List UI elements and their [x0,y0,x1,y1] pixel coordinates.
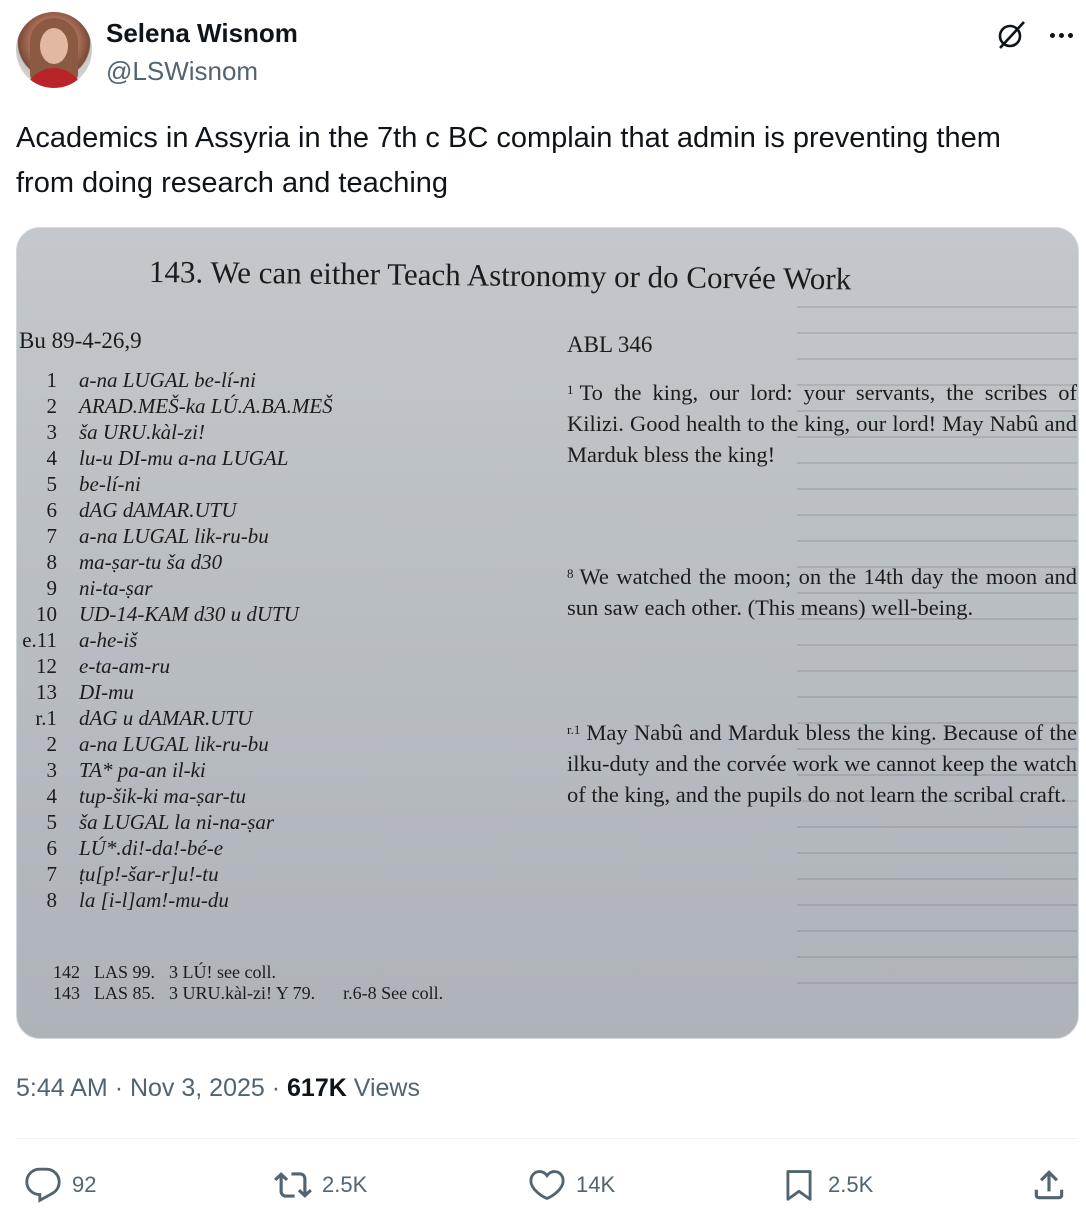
line-text: ša LUGAL la ni-na-ṣar [79,810,275,834]
separator: · [114,1074,124,1102]
footnote-number: 143 [53,983,80,1003]
reply-count: 92 [72,1172,97,1197]
line-text: dAG dAMAR.UTU [79,498,237,522]
action-bar: 92 2.5K 14K 2.5K [16,1160,1078,1210]
transliteration-heading: Bu 89-4-26,9 [19,328,142,353]
line-number: e.11 [22,628,57,652]
line-ref: r.1 [567,722,581,737]
line-number: 6 [46,498,58,522]
share-icon [1034,1170,1064,1200]
line-text: a-na LUGAL lik-ru-bu [79,732,269,756]
line-number: 3 [46,758,58,782]
grok-icon[interactable] [994,18,1028,52]
footnote-number: 142 [53,962,80,982]
footnote-extra: r.6-8 See coll. [343,983,444,1003]
heart-icon [529,1170,565,1200]
author-handle[interactable]: @LSWisnom [106,56,258,87]
line-number: 2 [46,732,58,756]
line-text: LÚ*.di!-da!-bé-e [79,836,224,860]
line-number: 4 [46,446,58,470]
repost-button[interactable]: 2.5K [274,1160,367,1210]
tweet-header: Selena Wisnom @LSWisnom [16,12,1078,90]
post-time[interactable]: 5:44 AM [16,1074,108,1102]
footnote-source: LAS 99. [94,962,156,982]
author-name[interactable]: Selena Wisnom [106,18,298,49]
avatar[interactable] [16,12,92,88]
line-number: 7 [46,524,58,548]
more-icon[interactable] [1044,18,1078,52]
line-text: e-ta-am-ru [79,654,170,678]
line-ref: 1 [567,382,574,397]
tweet-photo[interactable]: 143. We can either Teach Astronomy or do… [16,227,1079,1039]
line-number: 6 [46,836,58,860]
separator: · [271,1074,281,1102]
like-count: 14K [576,1172,616,1197]
views-count: 617K [287,1074,347,1102]
line-text: UD-14-KAM d30 u dUTU [79,602,299,626]
line-number: 3 [46,420,58,444]
tweet-meta: 5:44 AM · Nov 3, 2025 · 617K Views [16,1074,420,1103]
translation-paragraph: 8 We watched the moon; on the 14th day th… [567,558,1077,623]
footnote-source: LAS 85. [94,983,156,1003]
line-text: ARAD.MEŠ-ka LÚ.A.BA.MEŠ [79,394,333,418]
line-number: 13 [36,680,57,704]
line-number: 4 [46,784,58,808]
translation-paragraph: 1 To the king, our lord: your servants, t… [567,374,1077,470]
footnote-row: 143 LAS 85. 3 URU.kàl-zi! Y 79. r.6-8 Se… [53,983,443,1004]
translation-text: To the king, our lord: your servants, th… [567,380,1077,467]
line-text: tup-šik-ki ma-ṣar-tu [79,784,246,808]
page-title: 143. We can either Teach Astronomy or do… [148,254,852,297]
reply-icon [25,1167,61,1203]
line-number: 2 [46,394,58,418]
line-text: DI-mu [79,680,134,704]
footnote-note: 3 LÚ! see coll. [169,962,276,982]
line-ref: 8 [567,566,574,581]
line-text: a-he-iš [79,628,138,652]
line-text: lu-u DI-mu a-na LUGAL [79,446,289,470]
line-number: r.1 [35,706,57,730]
line-number: 5 [46,810,58,834]
line-number: 1 [46,368,58,392]
repost-count: 2.5K [322,1172,368,1197]
translation-text: May Nabû and Marduk bless the king. Beca… [567,720,1077,807]
translation-text: We watched the moon; on the 14th day the… [567,564,1077,620]
line-number: 8 [46,550,58,574]
line-text: ma-ṣar-tu ša d30 [79,550,223,574]
footnote-note: 3 URU.kàl-zi! Y 79. [169,983,316,1003]
footnote-row: 142 LAS 99. 3 LÚ! see coll. [53,962,443,983]
line-number: 5 [46,472,58,496]
bookmark-button[interactable]: 2.5K [780,1160,873,1210]
line-text: a-na LUGAL lik-ru-bu [79,524,269,548]
line-text: a-na LUGAL be-lí-ni [79,368,256,392]
line-number: 8 [46,888,58,912]
line-number: 12 [36,654,57,678]
translation-paragraph: r.1 May Nabû and Marduk bless the king. B… [567,714,1077,810]
share-button[interactable] [1030,1160,1068,1210]
line-text: dAG u dAMAR.UTU [79,706,253,730]
book-page: 143. We can either Teach Astronomy or do… [17,228,1078,1038]
bookmark-count: 2.5K [828,1172,874,1197]
line-text: TA* pa-an il-ki [79,758,206,782]
line-text: ni-ta-ṣar [79,576,153,600]
views-label: Views [353,1074,420,1102]
like-button[interactable]: 14K [528,1160,615,1210]
translation-heading: ABL 346 [567,332,653,357]
repost-icon [274,1172,312,1198]
line-text: ṭu[p!-šar-r]u!-tu [79,862,219,886]
footnotes: 142 LAS 99. 3 LÚ! see coll. 143 LAS 85. … [53,962,443,1004]
post-date[interactable]: Nov 3, 2025 [130,1074,265,1102]
line-number: 7 [46,862,58,886]
line-number: 10 [36,602,57,626]
line-text: la [i-l]am!-mu-du [79,888,229,912]
tweet-text: Academics in Assyria in the 7th c BC com… [16,122,1001,199]
reply-button[interactable]: 92 [24,1160,96,1210]
bookmark-icon [786,1170,812,1201]
line-number: 9 [46,576,58,600]
line-text: ša URU.kàl-zi! [79,420,205,444]
divider [16,1138,1078,1139]
line-text: be-lí-ni [79,472,141,496]
avatar-face [40,28,68,64]
